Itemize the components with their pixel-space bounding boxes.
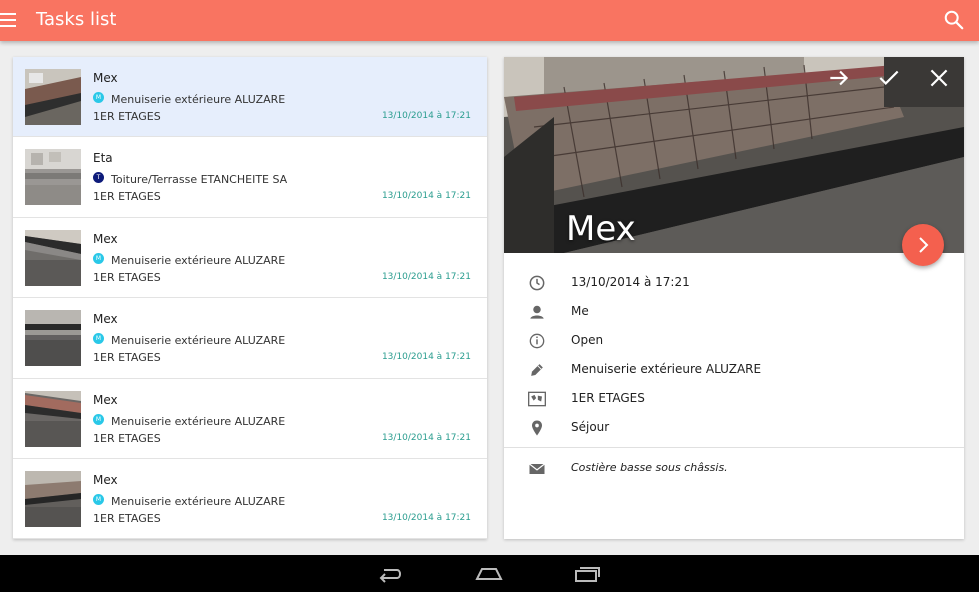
task-list-item[interactable]: Mex M Menuiserie extérieure ALUZARE 1ER … — [13, 298, 487, 379]
task-company: Menuiserie extérieure ALUZARE — [111, 414, 286, 428]
detail-assignee-row: Me — [504, 298, 964, 326]
task-category-badge: M — [93, 413, 104, 425]
detail-status: Open — [571, 333, 604, 347]
forward-arrow-icon[interactable] — [826, 65, 852, 91]
task-floor: 1ER ETAGES — [93, 270, 161, 284]
task-date: 13/10/2014 à 17:21 — [381, 512, 471, 523]
task-floor: 1ER ETAGES — [93, 110, 161, 123]
task-thumbnail — [25, 470, 81, 527]
task-floor: 1ER ETAGES — [93, 431, 161, 445]
check-icon[interactable] — [876, 65, 902, 91]
task-detail-panel: Mex 13/10/2014 à 17:21 Me Open Menuiseri… — [504, 57, 964, 539]
detail-room-row: Séjour — [504, 414, 964, 442]
clock-icon — [529, 275, 545, 291]
system-navigation-bar — [0, 555, 979, 592]
task-category-badge: M — [93, 252, 104, 264]
task-title: Mex — [93, 312, 118, 327]
detail-assignee: Me — [571, 304, 589, 318]
task-thumbnail — [25, 229, 81, 286]
page-title: Tasks list — [36, 9, 117, 30]
task-title: Mex — [93, 392, 118, 407]
detail-company: Menuiserie extérieure ALUZARE — [571, 362, 762, 376]
task-title: Mex — [93, 472, 118, 487]
task-company: Menuiserie extérieure ALUZARE — [111, 93, 286, 106]
task-list-item[interactable]: Eta T Toiture/Terrasse ETANCHEITE SA 1ER… — [13, 137, 487, 218]
next-task-fab[interactable] — [902, 224, 944, 266]
task-category-badge: M — [93, 92, 104, 103]
back-icon[interactable] — [375, 563, 405, 585]
detail-floor-row: 1ER ETAGES — [504, 385, 964, 413]
task-list-item[interactable]: Mex M Menuiserie extérieure ALUZARE 1ER … — [13, 218, 487, 299]
task-company: Toiture/Terrasse ETANCHEITE SA — [111, 173, 288, 187]
map-icon — [528, 391, 546, 407]
task-date: 13/10/2014 à 17:21 — [381, 352, 471, 363]
task-date: 13/10/2014 à 17:21 — [381, 111, 471, 121]
task-detail-title: Mex — [566, 209, 636, 249]
task-company: Menuiserie extérieure ALUZARE — [111, 253, 286, 267]
pencil-icon — [531, 364, 543, 376]
detail-company-row: Menuiserie extérieure ALUZARE — [504, 356, 964, 384]
home-icon[interactable] — [474, 563, 504, 585]
task-floor: 1ER ETAGES — [93, 511, 161, 525]
chevron-right-icon — [919, 237, 929, 253]
recents-icon[interactable] — [572, 563, 602, 585]
task-list-item[interactable]: Mex M Menuiserie extérieure ALUZARE 1ER … — [13, 379, 487, 459]
task-thumbnail — [25, 149, 81, 206]
detail-floor: 1ER ETAGES — [571, 391, 645, 405]
task-floor: 1ER ETAGES — [93, 351, 161, 365]
task-thumbnail — [25, 310, 81, 367]
mail-icon — [529, 463, 545, 474]
search-icon[interactable] — [943, 9, 965, 31]
task-date: 13/10/2014 à 17:21 — [381, 191, 471, 202]
task-category-badge: M — [93, 333, 104, 345]
task-list-item[interactable]: Mex M Menuiserie extérieure ALUZARE 1ER … — [13, 57, 487, 138]
task-company: Menuiserie extérieure ALUZARE — [111, 494, 286, 508]
detail-divider — [504, 447, 964, 448]
detail-date-row: 13/10/2014 à 17:21 — [504, 269, 964, 297]
info-icon — [529, 333, 545, 349]
detail-note-row: Costière basse sous châssis. — [504, 455, 964, 483]
task-title: Mex — [93, 231, 118, 246]
task-category-badge: T — [93, 172, 104, 184]
task-thumbnail — [25, 69, 81, 125]
task-floor: 1ER ETAGES — [93, 190, 161, 204]
task-title: Eta — [93, 151, 113, 166]
detail-note: Costière basse sous châssis. — [571, 461, 728, 474]
person-icon — [530, 305, 544, 319]
detail-status-row: Open — [504, 327, 964, 355]
task-date: 13/10/2014 à 17:21 — [381, 432, 471, 443]
hamburger-icon[interactable] — [0, 13, 18, 29]
task-date: 13/10/2014 à 17:21 — [381, 271, 471, 282]
detail-date: 13/10/2014 à 17:21 — [571, 275, 690, 289]
location-pin-icon — [532, 420, 542, 436]
task-title: Mex — [93, 71, 118, 85]
app-bar: Tasks list — [0, 0, 979, 41]
task-category-badge: M — [93, 493, 104, 505]
task-thumbnail — [25, 390, 81, 447]
task-list: Mex M Menuiserie extérieure ALUZARE 1ER … — [13, 57, 487, 539]
task-list-item[interactable]: Mex M Menuiserie extérieure ALUZARE 1ER … — [13, 459, 487, 539]
detail-room: Séjour — [571, 420, 610, 434]
task-photo: Mex — [504, 57, 964, 253]
task-company: Menuiserie extérieure ALUZARE — [111, 334, 286, 348]
close-icon[interactable] — [926, 65, 952, 91]
